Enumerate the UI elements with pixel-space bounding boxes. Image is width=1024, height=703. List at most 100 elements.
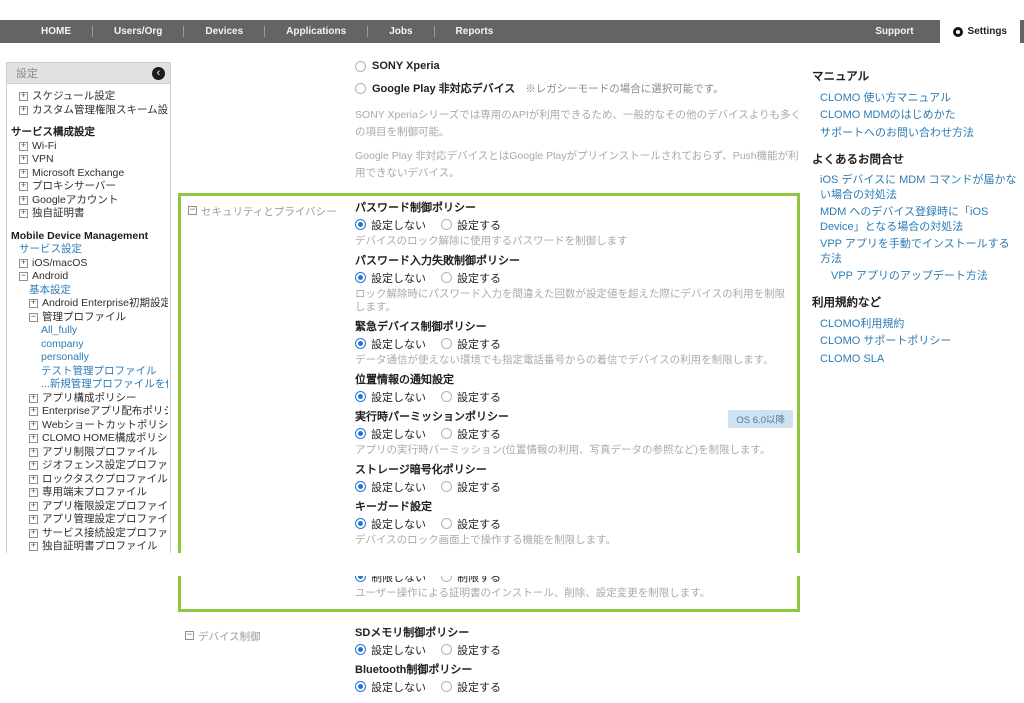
- tree-item[interactable]: +アプリ制限プロファイル: [9, 446, 168, 460]
- expand-icon[interactable]: +: [19, 196, 28, 205]
- radio-option[interactable]: 設定しない: [355, 642, 426, 658]
- help-link[interactable]: CLOMO SLA: [812, 350, 1018, 368]
- expand-icon[interactable]: +: [29, 461, 38, 470]
- expand-icon[interactable]: +: [29, 542, 38, 551]
- tree-item[interactable]: +ロックタスクプロファイル: [9, 473, 168, 487]
- radio-selected-icon[interactable]: [355, 518, 366, 529]
- expand-icon[interactable]: +: [19, 259, 28, 268]
- radio-option[interactable]: 設定しない: [355, 479, 426, 495]
- collapse-icon[interactable]: −: [19, 272, 28, 281]
- expand-icon[interactable]: +: [19, 169, 28, 178]
- tree-item[interactable]: +Android Enterprise初期設定...: [9, 297, 168, 311]
- tree-item[interactable]: +CLOMO HOME構成ポリシー: [9, 432, 168, 446]
- nav-item-jobs[interactable]: Jobs: [368, 20, 433, 43]
- help-link[interactable]: VPP アプリのアップデート方法: [812, 268, 1018, 286]
- radio-option[interactable]: 設定する: [441, 336, 501, 352]
- radio-unselected-icon[interactable]: [441, 681, 452, 692]
- radio-selected-icon[interactable]: [355, 338, 366, 349]
- tree-item[interactable]: +専用端末プロファイル: [9, 486, 168, 500]
- help-link[interactable]: MDM へのデバイス登録時に「iOS Device」となる場合の対処法: [812, 204, 1018, 236]
- expand-icon[interactable]: +: [19, 92, 28, 101]
- nav-item-applications[interactable]: Applications: [265, 20, 367, 43]
- expand-icon[interactable]: +: [29, 502, 38, 511]
- radio-option[interactable]: 設定しない: [355, 426, 426, 442]
- radio-option[interactable]: 設定する: [441, 389, 501, 405]
- radio-selected-icon[interactable]: [355, 428, 366, 439]
- tree-item[interactable]: +アプリ構成ポリシー: [9, 392, 168, 406]
- radio-option[interactable]: 設定する: [441, 679, 501, 695]
- tree-item[interactable]: +独自証明書: [9, 207, 168, 221]
- radio-option[interactable]: 設定しない: [355, 336, 426, 352]
- radio-unselected-icon[interactable]: [441, 338, 452, 349]
- help-link[interactable]: CLOMO 使い方マニュアル: [812, 89, 1018, 107]
- expand-icon[interactable]: +: [29, 299, 38, 308]
- tree-item[interactable]: +サービス接続設定プロファイル: [9, 527, 168, 541]
- tree-item[interactable]: +プロキシサーバー: [9, 180, 168, 194]
- radio-unselected-icon[interactable]: [441, 391, 452, 402]
- tree-item[interactable]: +ジオフェンス設定プロファイル: [9, 459, 168, 473]
- help-link[interactable]: CLOMO利用規約: [812, 315, 1018, 333]
- tree-item[interactable]: +iOS/macOS: [9, 257, 168, 271]
- radio-unselected-icon[interactable]: [441, 481, 452, 492]
- tree-item[interactable]: +独自証明書プロファイル: [9, 540, 168, 554]
- radio-selected-icon[interactable]: [355, 644, 366, 655]
- radio-option[interactable]: 設定する: [441, 270, 501, 286]
- radio-option[interactable]: 設定する: [441, 426, 501, 442]
- tree-item[interactable]: +Microsoft Exchange: [9, 167, 168, 181]
- radio-option[interactable]: 設定する: [441, 642, 501, 658]
- expand-icon[interactable]: +: [19, 209, 28, 218]
- tree-item[interactable]: テスト管理プロファイル: [9, 365, 168, 379]
- radio-unselected-icon[interactable]: [355, 61, 366, 72]
- nav-support-link[interactable]: Support: [849, 20, 939, 43]
- help-link[interactable]: VPP アプリを手動でインストールする方法: [812, 236, 1018, 268]
- radio-option[interactable]: 設定する: [441, 217, 501, 233]
- radio-unselected-icon[interactable]: [441, 644, 452, 655]
- tree-item[interactable]: +カスタム管理権限スキーム設定: [9, 104, 168, 118]
- radio-unselected-icon[interactable]: [355, 83, 366, 94]
- tree-item[interactable]: +Wi-Fi: [9, 140, 168, 154]
- radio-selected-icon[interactable]: [355, 219, 366, 230]
- help-link[interactable]: サポートへのお問い合わせ方法: [812, 124, 1018, 142]
- collapse-icon[interactable]: −: [188, 206, 197, 215]
- expand-icon[interactable]: +: [19, 142, 28, 151]
- nav-item-reports[interactable]: Reports: [435, 20, 515, 43]
- radio-option[interactable]: 設定しない: [355, 516, 426, 532]
- tree-item[interactable]: +アプリ権限設定プロファイル: [9, 500, 168, 514]
- expand-icon[interactable]: +: [29, 434, 38, 443]
- help-link[interactable]: CLOMO MDMのはじめかた: [812, 107, 1018, 125]
- expand-icon[interactable]: +: [29, 515, 38, 524]
- expand-icon[interactable]: +: [19, 182, 28, 191]
- radio-selected-icon[interactable]: [355, 481, 366, 492]
- radio-option[interactable]: 設定しない: [355, 270, 426, 286]
- radio-unselected-icon[interactable]: [441, 272, 452, 283]
- tree-item[interactable]: All_fully: [9, 324, 168, 338]
- radio-option[interactable]: 設定する: [441, 479, 501, 495]
- radio-option[interactable]: 設定する: [441, 516, 501, 532]
- collapse-icon[interactable]: −: [29, 313, 38, 322]
- radio-option[interactable]: 設定しない: [355, 389, 426, 405]
- nav-item-devices[interactable]: Devices: [184, 20, 264, 43]
- tree-item[interactable]: +スケジュール設定: [9, 90, 168, 104]
- radio-unselected-icon[interactable]: [441, 428, 452, 439]
- expand-icon[interactable]: +: [29, 394, 38, 403]
- expand-icon[interactable]: +: [29, 488, 38, 497]
- expand-icon[interactable]: +: [29, 529, 38, 538]
- tree-item[interactable]: −管理プロファイル: [9, 311, 168, 325]
- help-link[interactable]: iOS デバイスに MDM コマンドが届かない場合の対処法: [812, 172, 1018, 204]
- sidebar-collapse-button[interactable]: ‹: [152, 67, 165, 80]
- tree-item[interactable]: +Enterpriseアプリ配布ポリシー: [9, 405, 168, 419]
- tree-item[interactable]: company: [9, 338, 168, 352]
- expand-icon[interactable]: +: [29, 475, 38, 484]
- collapse-icon[interactable]: −: [185, 631, 194, 640]
- radio-unselected-icon[interactable]: [441, 219, 452, 230]
- radio-selected-icon[interactable]: [355, 272, 366, 283]
- tree-item[interactable]: +VPN: [9, 153, 168, 167]
- expand-icon[interactable]: +: [19, 106, 28, 115]
- expand-icon[interactable]: +: [29, 421, 38, 430]
- nav-settings-tab[interactable]: Settings: [940, 20, 1020, 43]
- nav-item-home[interactable]: HOME: [20, 20, 92, 43]
- nav-item-users-org[interactable]: Users/Org: [93, 20, 183, 43]
- expand-icon[interactable]: +: [19, 155, 28, 164]
- help-link[interactable]: CLOMO サポートポリシー: [812, 333, 1018, 351]
- tree-item[interactable]: personally: [9, 351, 168, 365]
